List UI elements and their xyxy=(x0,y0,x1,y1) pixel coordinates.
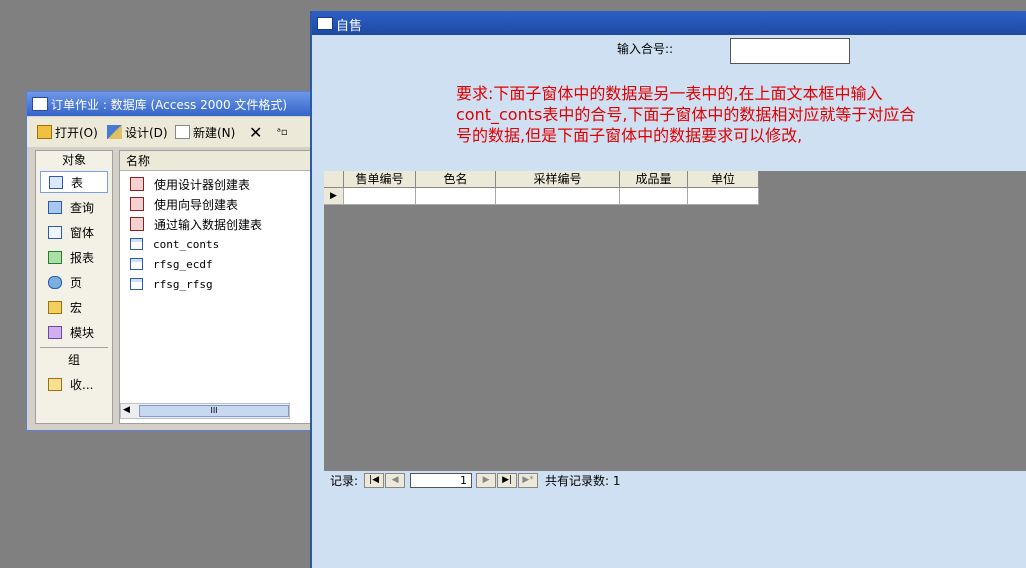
subform-datasheet: 售单编号 色名 采样编号 成品量 单位 ▶ xyxy=(324,171,1026,489)
object-item-macros[interactable]: 宏 xyxy=(40,296,108,318)
table-icon xyxy=(130,278,143,290)
object-item-forms[interactable]: 窗体 xyxy=(40,221,108,243)
list-item[interactable]: 使用设计器创建表 xyxy=(130,175,250,193)
favorites-label: 收... xyxy=(70,377,94,392)
form-icon xyxy=(317,17,333,30)
new-label: 新建(N) xyxy=(193,125,236,140)
scroll-left-icon[interactable]: ◀ xyxy=(123,405,130,415)
report-icon xyxy=(48,250,62,264)
list-item[interactable]: 使用向导创建表 xyxy=(130,195,238,213)
contract-number-input[interactable] xyxy=(730,38,850,64)
list-item-label: 通过输入数据创建表 xyxy=(154,217,263,232)
form-window: 自售 输入合号:: 要求:下面子窗体中的数据是另一表中的,在上面文本框中输入co… xyxy=(310,11,1026,568)
requirement-text: 要求:下面子窗体中的数据是另一表中的,在上面文本框中输入cont_conts表中… xyxy=(456,84,916,145)
objects-header: 对象 xyxy=(61,153,86,167)
delete-button[interactable]: ✕ xyxy=(249,122,262,142)
object-label: 查询 xyxy=(70,200,95,215)
database-window-title: 订单作业 : 数据库 (Access 2000 文件格式) xyxy=(51,98,288,112)
object-item-reports[interactable]: 报表 xyxy=(40,246,108,268)
module-icon xyxy=(48,325,62,339)
list-item[interactable]: 通过输入数据创建表 xyxy=(130,215,262,233)
first-record-button[interactable]: |◀ xyxy=(364,472,385,488)
column-header[interactable]: 色名 xyxy=(416,171,496,188)
database-toolbar: 打开(O) 设计(D) 新建(N) ✕ ᵃ▫ xyxy=(27,117,315,147)
new-icon xyxy=(175,125,190,139)
list-item-label: rfsg_ecdf xyxy=(153,257,213,271)
database-window-titlebar[interactable]: 订单作业 : 数据库 (Access 2000 文件格式) xyxy=(27,92,315,116)
record-count: 共有记录数: 1 xyxy=(545,473,621,488)
wizard-icon xyxy=(130,217,144,231)
query-icon xyxy=(48,200,62,214)
record-label: 记录: xyxy=(330,473,359,488)
new-button[interactable]: 新建(N) xyxy=(175,122,235,142)
small-icons-button[interactable]: ᵃ▫ xyxy=(277,122,288,142)
current-record-field[interactable]: 1 xyxy=(410,472,473,488)
column-header[interactable]: 采样编号 xyxy=(496,171,620,188)
divider xyxy=(40,347,108,348)
object-item-pages[interactable]: 页 xyxy=(40,271,108,293)
grid-cell[interactable] xyxy=(620,188,688,205)
wizard-icon xyxy=(130,197,144,211)
design-icon xyxy=(107,125,122,139)
grid-cell[interactable] xyxy=(496,188,620,205)
previous-record-button[interactable]: ◀ xyxy=(385,472,406,488)
column-header[interactable]: 售单编号 xyxy=(344,171,416,188)
horizontal-scrollbar[interactable]: ◀ III xyxy=(120,403,290,419)
view-icons-icon: ᵃ▫ xyxy=(277,126,288,138)
object-label: 宏 xyxy=(70,300,83,315)
list-column-header[interactable]: 名称 xyxy=(120,151,316,171)
new-record-button[interactable]: ▶* xyxy=(518,472,539,488)
wizard-icon xyxy=(130,177,144,191)
form-window-title: 自售 xyxy=(336,19,363,34)
groups-header: 组 xyxy=(67,353,80,367)
object-item-modules[interactable]: 模块 xyxy=(40,321,108,343)
macro-icon xyxy=(48,300,62,314)
list-item-label: rfsg_rfsg xyxy=(153,277,213,291)
scrollbar-thumb[interactable]: III xyxy=(139,405,289,417)
page-icon xyxy=(48,275,62,289)
design-label: 设计(D) xyxy=(125,125,168,140)
list-item-label: 使用设计器创建表 xyxy=(154,177,251,192)
current-row-indicator-icon[interactable]: ▶ xyxy=(324,188,344,205)
list-item[interactable]: rfsg_rfsg xyxy=(130,275,213,293)
delete-icon: ✕ xyxy=(249,122,263,142)
table-icon xyxy=(49,175,63,189)
object-list: 名称 使用设计器创建表 使用向导创建表 通过输入数据创建表 cont_conts… xyxy=(119,150,317,424)
list-item-label: cont_conts xyxy=(153,237,220,251)
group-item-favorites[interactable]: 收... xyxy=(40,373,108,395)
open-icon xyxy=(37,125,52,139)
next-record-button[interactable]: ▶ xyxy=(476,472,497,488)
record-navigation-bar: 记录: |◀ ◀ 1 ▶ ▶| ▶* 共有记录数: 1 xyxy=(324,471,1026,489)
object-label: 窗体 xyxy=(70,225,95,240)
grid-cell[interactable] xyxy=(416,188,496,205)
objects-panel: 对象 表 查询 窗体 报表 页 宏 模块 组 收... xyxy=(35,150,113,424)
open-label: 打开(O) xyxy=(55,125,98,140)
form-icon xyxy=(48,225,62,239)
object-label: 报表 xyxy=(70,250,95,265)
column-header[interactable]: 单位 xyxy=(688,171,759,188)
object-item-tables[interactable]: 表 xyxy=(40,171,108,193)
database-window: 订单作业 : 数据库 (Access 2000 文件格式) 打开(O) 设计(D… xyxy=(26,91,317,431)
contract-number-label: 输入合号:: xyxy=(617,42,674,56)
row-selector-header[interactable] xyxy=(324,171,344,188)
list-item[interactable]: rfsg_ecdf xyxy=(130,255,213,273)
design-button[interactable]: 设计(D) xyxy=(107,122,168,142)
object-label: 页 xyxy=(70,275,83,290)
last-record-button[interactable]: ▶| xyxy=(497,472,518,488)
favorites-folder-icon xyxy=(48,377,62,391)
object-label: 模块 xyxy=(70,325,95,340)
list-item[interactable]: cont_conts xyxy=(130,235,219,253)
grid-cell[interactable] xyxy=(344,188,416,205)
list-item-label: 使用向导创建表 xyxy=(154,197,239,212)
object-label: 表 xyxy=(71,175,84,190)
database-icon xyxy=(32,97,48,111)
table-icon xyxy=(130,258,143,270)
form-window-titlebar[interactable]: 自售 xyxy=(312,11,1026,35)
column-header[interactable]: 成品量 xyxy=(620,171,688,188)
grid-cell[interactable] xyxy=(688,188,759,205)
object-item-queries[interactable]: 查询 xyxy=(40,196,108,218)
open-button[interactable]: 打开(O) xyxy=(37,122,98,142)
table-icon xyxy=(130,238,143,250)
